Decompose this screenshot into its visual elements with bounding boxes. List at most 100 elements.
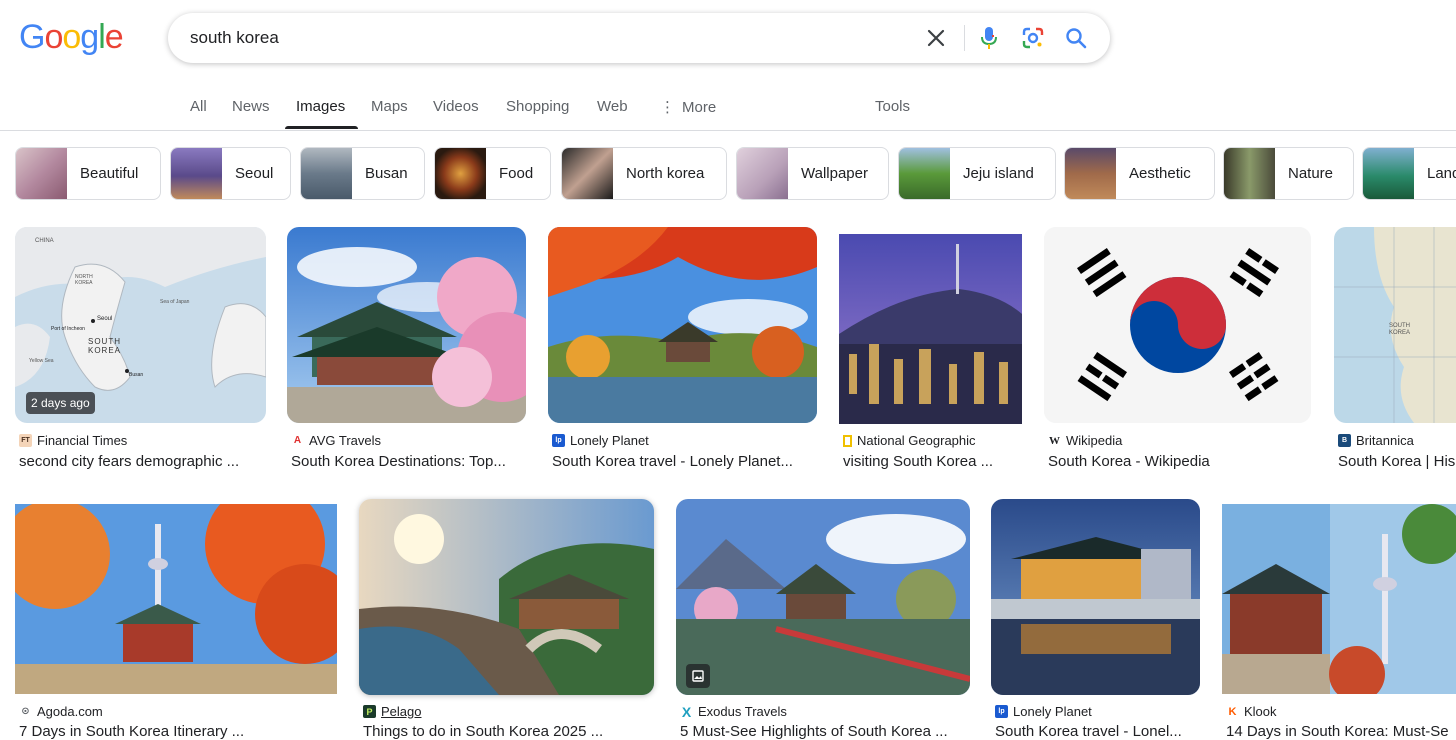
exodus-travels-favicon-icon: X [681,703,692,720]
chip-label: Jeju island [963,165,1034,182]
result-source[interactable]: lp Lonely Planet [552,433,649,448]
more-vert-icon: ⋮ [660,99,675,116]
chip-thumbnail [171,148,222,199]
result-thumbnail[interactable] [1044,227,1311,423]
lonely-planet-favicon-icon: lp [552,434,565,447]
chip-food[interactable]: Food [434,147,551,200]
result-source[interactable]: P Pelago [363,704,421,719]
logo-letter: o [44,18,63,56]
svg-text:KOREA: KOREA [1389,330,1410,336]
map-label: Port of Incheon [51,326,85,332]
chip-label: Busan [365,165,408,182]
result-source[interactable]: lp Lonely Planet [995,704,1092,719]
lonely-planet-favicon-icon: lp [995,705,1008,718]
result-source[interactable]: K Klook [1226,704,1277,719]
chip-thumbnail [301,148,352,199]
svg-text:SOUTH: SOUTH [1389,323,1410,329]
tab-videos[interactable]: Videos [433,98,479,115]
tab-shopping[interactable]: Shopping [506,98,569,115]
search-icon[interactable] [1063,25,1089,51]
result-source[interactable]: B Britannica [1338,433,1414,448]
result-thumbnail[interactable] [548,227,817,423]
date-badge: 2 days ago [26,392,95,414]
result-caption[interactable]: South Korea Destinations: Top... [291,453,525,470]
search-input[interactable] [190,26,890,50]
result-thumbnail[interactable]: SOUTH KOREA [1334,227,1456,423]
result-caption[interactable]: 14 Days in South Korea: Must-Se [1226,723,1456,740]
result-thumbnail[interactable]: CHINA NORTH KOREA Sea of Japan Seoul Por… [15,227,266,423]
chip-north-korea[interactable]: North korea [561,147,727,200]
chip-landscape[interactable]: Land [1362,147,1456,200]
result-caption[interactable]: 5 Must-See Highlights of South Korea ... [680,723,972,740]
nav-divider [0,130,1456,131]
result-thumbnail[interactable] [359,499,654,695]
chip-jeju-island[interactable]: Jeju island [898,147,1056,200]
seoul-dot [91,319,95,323]
wikipedia-favicon-icon: W [1049,434,1060,447]
chip-seoul[interactable]: Seoul [170,147,291,200]
active-tab-indicator [285,126,358,129]
image-icon [686,664,710,688]
result-source[interactable]: ⊙ Agoda.com [19,704,102,719]
result-thumbnail[interactable] [15,504,337,694]
tab-news[interactable]: News [232,98,270,115]
tab-maps[interactable]: Maps [371,98,408,115]
chip-wallpaper[interactable]: Wallpaper [736,147,889,200]
result-caption[interactable]: South Korea travel - Lonel... [995,723,1199,740]
result-caption[interactable]: South Korea | His [1338,453,1456,470]
source-name: Wikipedia [1066,433,1123,448]
tools-button[interactable]: Tools [875,98,910,115]
result-caption[interactable]: 7 Days in South Korea Itinerary ... [19,723,339,740]
result-caption[interactable]: visiting South Korea ... [843,453,1023,470]
clear-icon[interactable] [923,25,949,51]
map-label: NORTH KOREA [75,274,93,286]
chip-thumbnail [435,148,486,199]
tab-more[interactable]: ⋮ More [660,98,716,116]
result-source[interactable]: W Wikipedia [1048,433,1122,448]
microphone-icon[interactable] [976,25,1002,51]
logo-letter: g [80,18,99,56]
source-name: Lonely Planet [1013,704,1092,719]
result-caption[interactable]: South Korea - Wikipedia [1048,453,1308,470]
map-label: Sea of Japan [160,299,190,305]
result-caption[interactable]: second city fears demographic ... [19,453,263,470]
britannica-favicon-icon: B [1338,434,1351,447]
financial-times-favicon-icon: FT [19,434,32,447]
result-source[interactable]: FT Financial Times [19,433,127,448]
source-name: Pelago [381,704,422,719]
tab-images[interactable]: Images [296,98,345,115]
result-thumbnail[interactable] [1222,504,1456,694]
source-name: Financial Times [37,433,128,448]
chip-label: Nature [1288,165,1334,182]
google-logo[interactable]: Google [19,18,124,56]
chip-busan[interactable]: Busan [300,147,425,200]
chip-aesthetic[interactable]: Aesthetic [1064,147,1215,200]
result-source[interactable]: A AVG Travels [291,433,381,448]
source-name: Lonely Planet [570,433,649,448]
result-source[interactable]: National Geographic [843,433,976,448]
search-box[interactable] [168,13,1110,63]
chip-thumbnail [737,148,788,199]
search-nav: All News Images Maps Videos Shopping Web… [0,86,1456,131]
tab-all[interactable]: All [190,98,207,115]
chip-nature[interactable]: Nature [1223,147,1354,200]
google-lens-icon[interactable] [1020,25,1046,51]
chip-label: Beautiful [80,165,139,182]
result-source[interactable]: X Exodus Travels [680,703,787,720]
chip-label: Aesthetic [1129,165,1191,182]
pelago-favicon-icon: P [363,705,376,718]
result-thumbnail[interactable] [676,499,970,695]
source-name: Klook [1244,704,1277,719]
map-label: Yellow Sea [29,358,54,364]
chip-beautiful[interactable]: Beautiful [15,147,161,200]
result-thumbnail[interactable] [839,234,1022,424]
logo-letter: G [19,18,45,56]
source-name: AVG Travels [309,433,382,448]
result-caption[interactable]: Things to do in South Korea 2025 ... [363,723,653,740]
result-thumbnail[interactable] [287,227,526,423]
result-caption[interactable]: South Korea travel - Lonely Planet... [552,453,814,470]
tab-web[interactable]: Web [597,98,628,115]
map-label: SOUTH KOREA [88,337,122,355]
result-thumbnail[interactable] [991,499,1200,695]
chip-label: Wallpaper [801,165,868,182]
